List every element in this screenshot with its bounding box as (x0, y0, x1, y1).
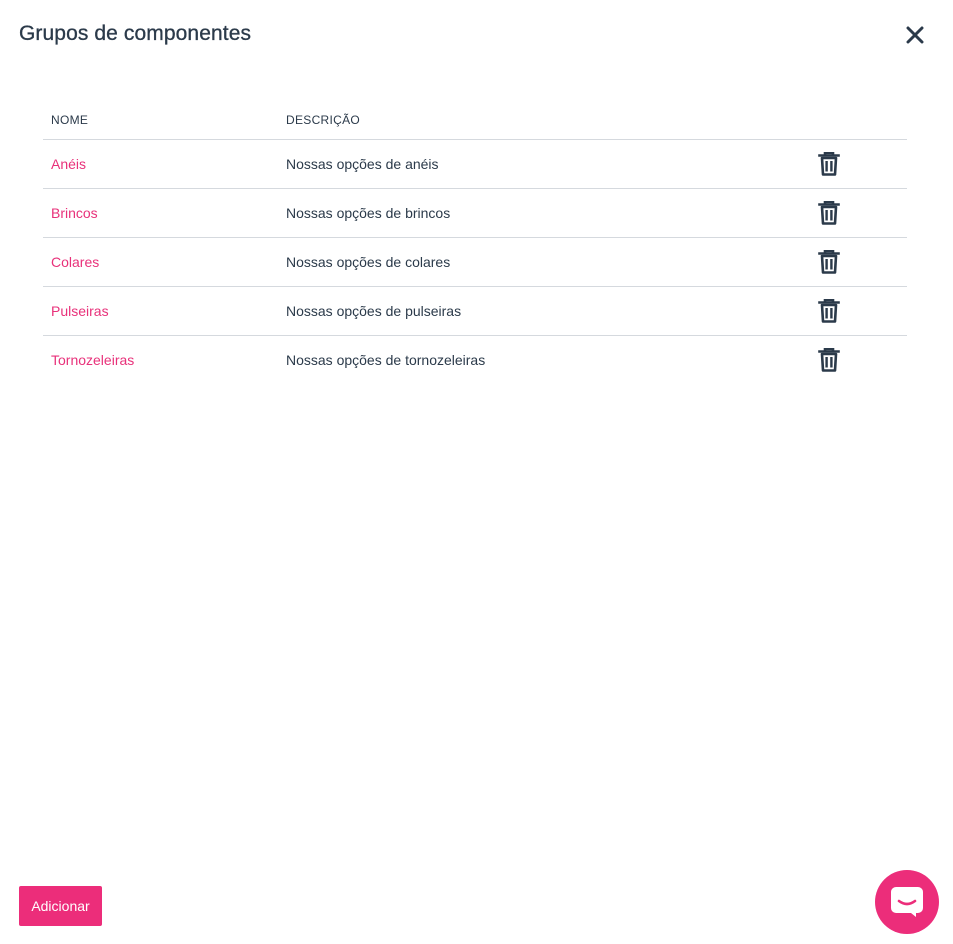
close-icon (906, 26, 924, 44)
component-groups-modal: Grupos de componentes NOME DESCRIÇÃO Ané… (0, 0, 953, 944)
group-name-link[interactable]: Tornozeleiras (51, 352, 134, 368)
chat-launcher-button[interactable] (875, 870, 939, 934)
delete-button[interactable] (818, 200, 840, 228)
name-cell: Pulseiras (43, 286, 278, 336)
group-name-link[interactable]: Colares (51, 254, 99, 270)
delete-button[interactable] (818, 347, 840, 375)
group-name-link[interactable]: Brincos (51, 205, 98, 221)
name-cell: Brincos (43, 188, 278, 238)
table-row: Pulseiras Nossas opções de pulseiras (43, 286, 907, 336)
trash-icon (818, 298, 840, 326)
page-title: Grupos de componentes (19, 22, 252, 45)
group-description: Nossas opções de pulseiras (286, 303, 462, 319)
actions-cell (808, 286, 907, 336)
group-description: Nossas opções de tornozeleiras (286, 352, 486, 368)
delete-button[interactable] (818, 298, 840, 326)
actions-cell (808, 139, 907, 189)
trash-icon (818, 200, 840, 228)
actions-cell (808, 237, 907, 287)
table-row: Brincos Nossas opções de brincos (43, 188, 907, 238)
table-header-row: NOME DESCRIÇÃO (43, 101, 907, 140)
name-cell: Tornozeleiras (43, 336, 278, 385)
column-header-name: NOME (43, 101, 278, 140)
group-description: Nossas opções de colares (286, 254, 451, 270)
description-cell: Nossas opções de colares (278, 237, 808, 287)
add-button[interactable]: Adicionar (19, 886, 102, 926)
actions-cell (808, 336, 907, 385)
description-cell: Nossas opções de anéis (278, 139, 808, 189)
description-cell: Nossas opções de pulseiras (278, 286, 808, 336)
group-name-link[interactable]: Pulseiras (51, 303, 109, 319)
component-groups-table: NOME DESCRIÇÃO Anéis Nossas opções de ané… (43, 101, 907, 384)
group-name-link[interactable]: Anéis (51, 156, 86, 172)
description-cell: Nossas opções de tornozeleiras (278, 336, 808, 385)
name-cell: Colares (43, 237, 278, 287)
column-header-description: DESCRIÇÃO (278, 101, 808, 140)
group-description: Nossas opções de brincos (286, 205, 451, 221)
table-row: Anéis Nossas opções de anéis (43, 139, 907, 189)
trash-icon (818, 347, 840, 375)
table-row: Colares Nossas opções de colares (43, 237, 907, 287)
delete-button[interactable] (818, 151, 840, 179)
description-cell: Nossas opções de brincos (278, 188, 808, 238)
close-button[interactable] (903, 23, 927, 47)
column-header-actions (808, 101, 907, 140)
chat-icon (891, 887, 923, 917)
group-description: Nossas opções de anéis (286, 156, 439, 172)
actions-cell (808, 188, 907, 238)
trash-icon (818, 249, 840, 277)
table-row: Tornozeleiras Nossas opções de tornozelei… (43, 336, 907, 385)
delete-button[interactable] (818, 249, 840, 277)
name-cell: Anéis (43, 139, 278, 189)
trash-icon (818, 151, 840, 179)
